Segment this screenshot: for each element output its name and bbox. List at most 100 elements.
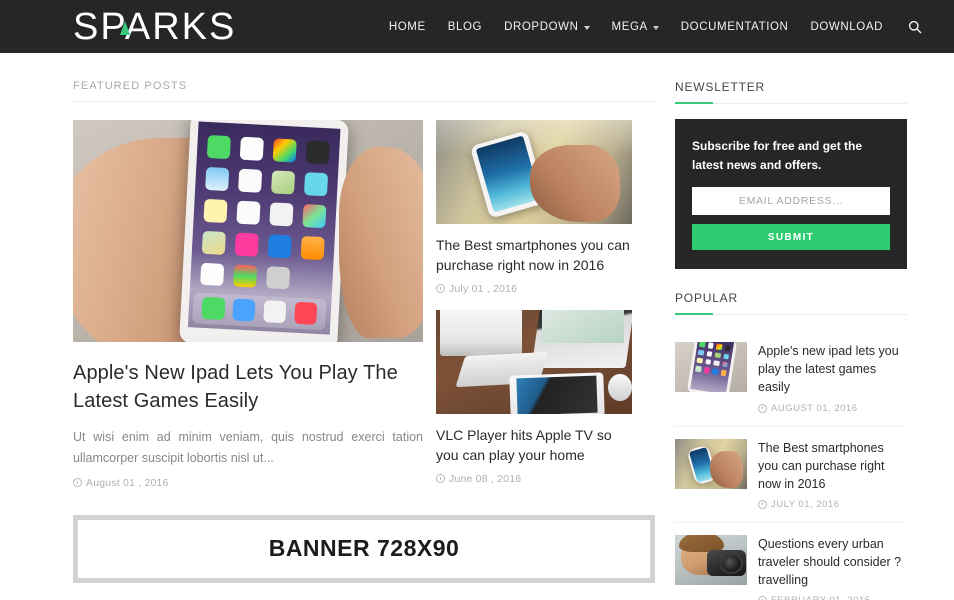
- app-icon-game-center: [302, 203, 327, 228]
- app-icon-clock: [237, 167, 262, 192]
- app-icon-empty: [299, 267, 323, 291]
- popular-list-item[interactable]: The Best smartphones you can purchase ri…: [675, 427, 907, 523]
- laptop-screen-shape: [541, 309, 625, 344]
- popular-heading-wrap: POPULAR: [675, 291, 907, 316]
- app-icon-notes: [203, 197, 228, 223]
- app-icon-videos: [303, 171, 328, 196]
- thumb-finger-shape: [339, 146, 423, 338]
- app-icon-passbook: [232, 263, 257, 288]
- dock-icon-safari: [263, 299, 287, 324]
- nav-item-home[interactable]: HOME: [378, 21, 437, 33]
- search-button[interactable]: [894, 20, 934, 34]
- popular-item-1-title[interactable]: Apple's new ipad lets you play the lates…: [758, 342, 907, 396]
- app-icon: [699, 342, 706, 348]
- app-icon-grid: [695, 342, 731, 377]
- newsletter-widget: NEWSLETTER Subscribe for free and get th…: [675, 80, 907, 270]
- nav-label: DOCUMENTATION: [680, 20, 789, 33]
- camera-lens-shape: [719, 552, 743, 574]
- newsletter-heading-wrap: NEWSLETTER: [675, 80, 907, 104]
- nav-item-dropdown[interactable]: DROPDOWN: [493, 21, 600, 33]
- app-icon-stocks: [269, 201, 294, 226]
- app-icon: [723, 353, 730, 360]
- main-content: FEATURED POSTS Apple's New Ipad Lets You…: [73, 53, 655, 600]
- app-icon-photos: [272, 137, 297, 162]
- ipad-shape: [509, 372, 606, 414]
- newsletter-submit-button[interactable]: SUBMIT: [692, 224, 890, 251]
- popular-item-1-date: AUGUST 01, 2016: [771, 402, 858, 414]
- popular-item-1-meta: AUGUST 01, 2016: [758, 403, 907, 414]
- hand-shape: [530, 144, 621, 222]
- featured-main-meta: August 01 , 2016: [73, 477, 423, 489]
- imac-shape: [439, 309, 523, 356]
- featured-side-1-title[interactable]: The Best smartphones you can purchase ri…: [436, 235, 632, 276]
- app-icon: [703, 367, 710, 374]
- featured-posts-side-column: The Best smartphones you can purchase ri…: [436, 120, 632, 489]
- app-icon: [707, 342, 714, 349]
- popular-item-2-thumbnail[interactable]: [675, 438, 747, 489]
- app-icon-settings: [265, 265, 290, 290]
- app-icon-grid: [199, 134, 330, 291]
- phone-screen: [689, 342, 735, 393]
- featured-side-1-thumbnail[interactable]: [436, 120, 632, 224]
- clock-icon: [436, 474, 445, 484]
- popular-item-1-text: Apple's new ipad lets you play the lates…: [758, 342, 907, 414]
- app-icon-ibooks: [300, 235, 325, 260]
- page-body: FEATURED POSTS Apple's New Ipad Lets You…: [0, 53, 954, 600]
- app-icon: [724, 345, 731, 352]
- app-icon: [715, 343, 723, 351]
- popular-item-2-text: The Best smartphones you can purchase ri…: [758, 439, 907, 510]
- site-logo[interactable]: SPARKS: [73, 8, 236, 46]
- nav-item-download[interactable]: DOWNLOAD: [799, 21, 894, 33]
- site-header: SPARKS HOME BLOG DROPDOWN MEGA DOCUMENTA…: [0, 0, 954, 53]
- nav-item-mega[interactable]: MEGA: [601, 21, 670, 33]
- search-icon: [908, 20, 922, 33]
- featured-post-side-2[interactable]: VLC Player hits Apple TV so you can play…: [436, 309, 632, 485]
- phone-dock: [192, 291, 327, 330]
- app-icon-reminders: [236, 199, 261, 224]
- newsletter-heading: NEWSLETTER: [675, 80, 766, 94]
- featured-post-side-1[interactable]: The Best smartphones you can purchase ri…: [436, 120, 632, 295]
- nav-label: DOWNLOAD: [810, 20, 883, 33]
- ad-banner[interactable]: BANNER 728X90: [73, 514, 655, 583]
- app-icon-health: [199, 261, 225, 286]
- nav-label: BLOG: [447, 20, 483, 33]
- featured-main-title[interactable]: Apple's New Ipad Lets You Play The Lates…: [73, 359, 423, 416]
- popular-list-item[interactable]: Apple's new ipad lets you play the lates…: [675, 330, 907, 427]
- app-icon-maps: [270, 169, 295, 194]
- nav-label: MEGA: [611, 20, 648, 33]
- featured-side-2-title[interactable]: VLC Player hits Apple TV so you can play…: [436, 425, 632, 466]
- ad-banner-label: BANNER 728X90: [268, 535, 460, 562]
- chevron-down-icon: [652, 25, 659, 30]
- app-icon-weather: [204, 166, 230, 191]
- app-icon: [697, 349, 705, 356]
- popular-list-item[interactable]: Questions every urban traveler should co…: [675, 523, 907, 600]
- featured-main-thumbnail[interactable]: [73, 120, 423, 342]
- featured-main-date: August 01 , 2016: [86, 476, 169, 489]
- dock-icon-music: [294, 301, 318, 325]
- chevron-down-icon: [583, 25, 590, 30]
- clock-icon: [758, 596, 767, 600]
- clock-icon: [73, 478, 82, 488]
- nav-label: DROPDOWN: [504, 20, 579, 33]
- phone-screen: [187, 121, 341, 334]
- nav-item-blog[interactable]: BLOG: [437, 21, 493, 33]
- popular-item-3-title[interactable]: Questions every urban traveler should co…: [758, 535, 907, 589]
- nav-item-documentation[interactable]: DOCUMENTATION: [670, 21, 800, 33]
- popular-widget: POPULAR Apple's new ipad lets you play t…: [675, 291, 907, 600]
- featured-side-2-date: June 08 , 2016: [449, 472, 522, 485]
- app-icon-messages: [206, 134, 231, 159]
- app-icon-app-store: [267, 233, 292, 258]
- featured-main-excerpt: Ut wisi enim ad minim veniam, quis nostr…: [73, 429, 423, 466]
- logo-triangle-accent-icon: [120, 20, 130, 35]
- popular-item-3-thumbnail[interactable]: [675, 534, 747, 585]
- featured-side-2-thumbnail[interactable]: [436, 309, 632, 414]
- featured-post-main[interactable]: Apple's New Ipad Lets You Play The Lates…: [73, 120, 423, 489]
- dock-icon-phone: [201, 296, 226, 320]
- popular-item-2-date: JULY 01, 2016: [771, 498, 840, 510]
- featured-side-1-meta: July 01 , 2016: [436, 283, 632, 295]
- newsletter-email-input[interactable]: [692, 187, 890, 216]
- featured-side-2-meta: June 08 , 2016: [436, 473, 632, 485]
- popular-item-2-title[interactable]: The Best smartphones you can purchase ri…: [758, 439, 907, 493]
- app-icon: [713, 360, 720, 367]
- popular-item-1-thumbnail[interactable]: [675, 342, 747, 393]
